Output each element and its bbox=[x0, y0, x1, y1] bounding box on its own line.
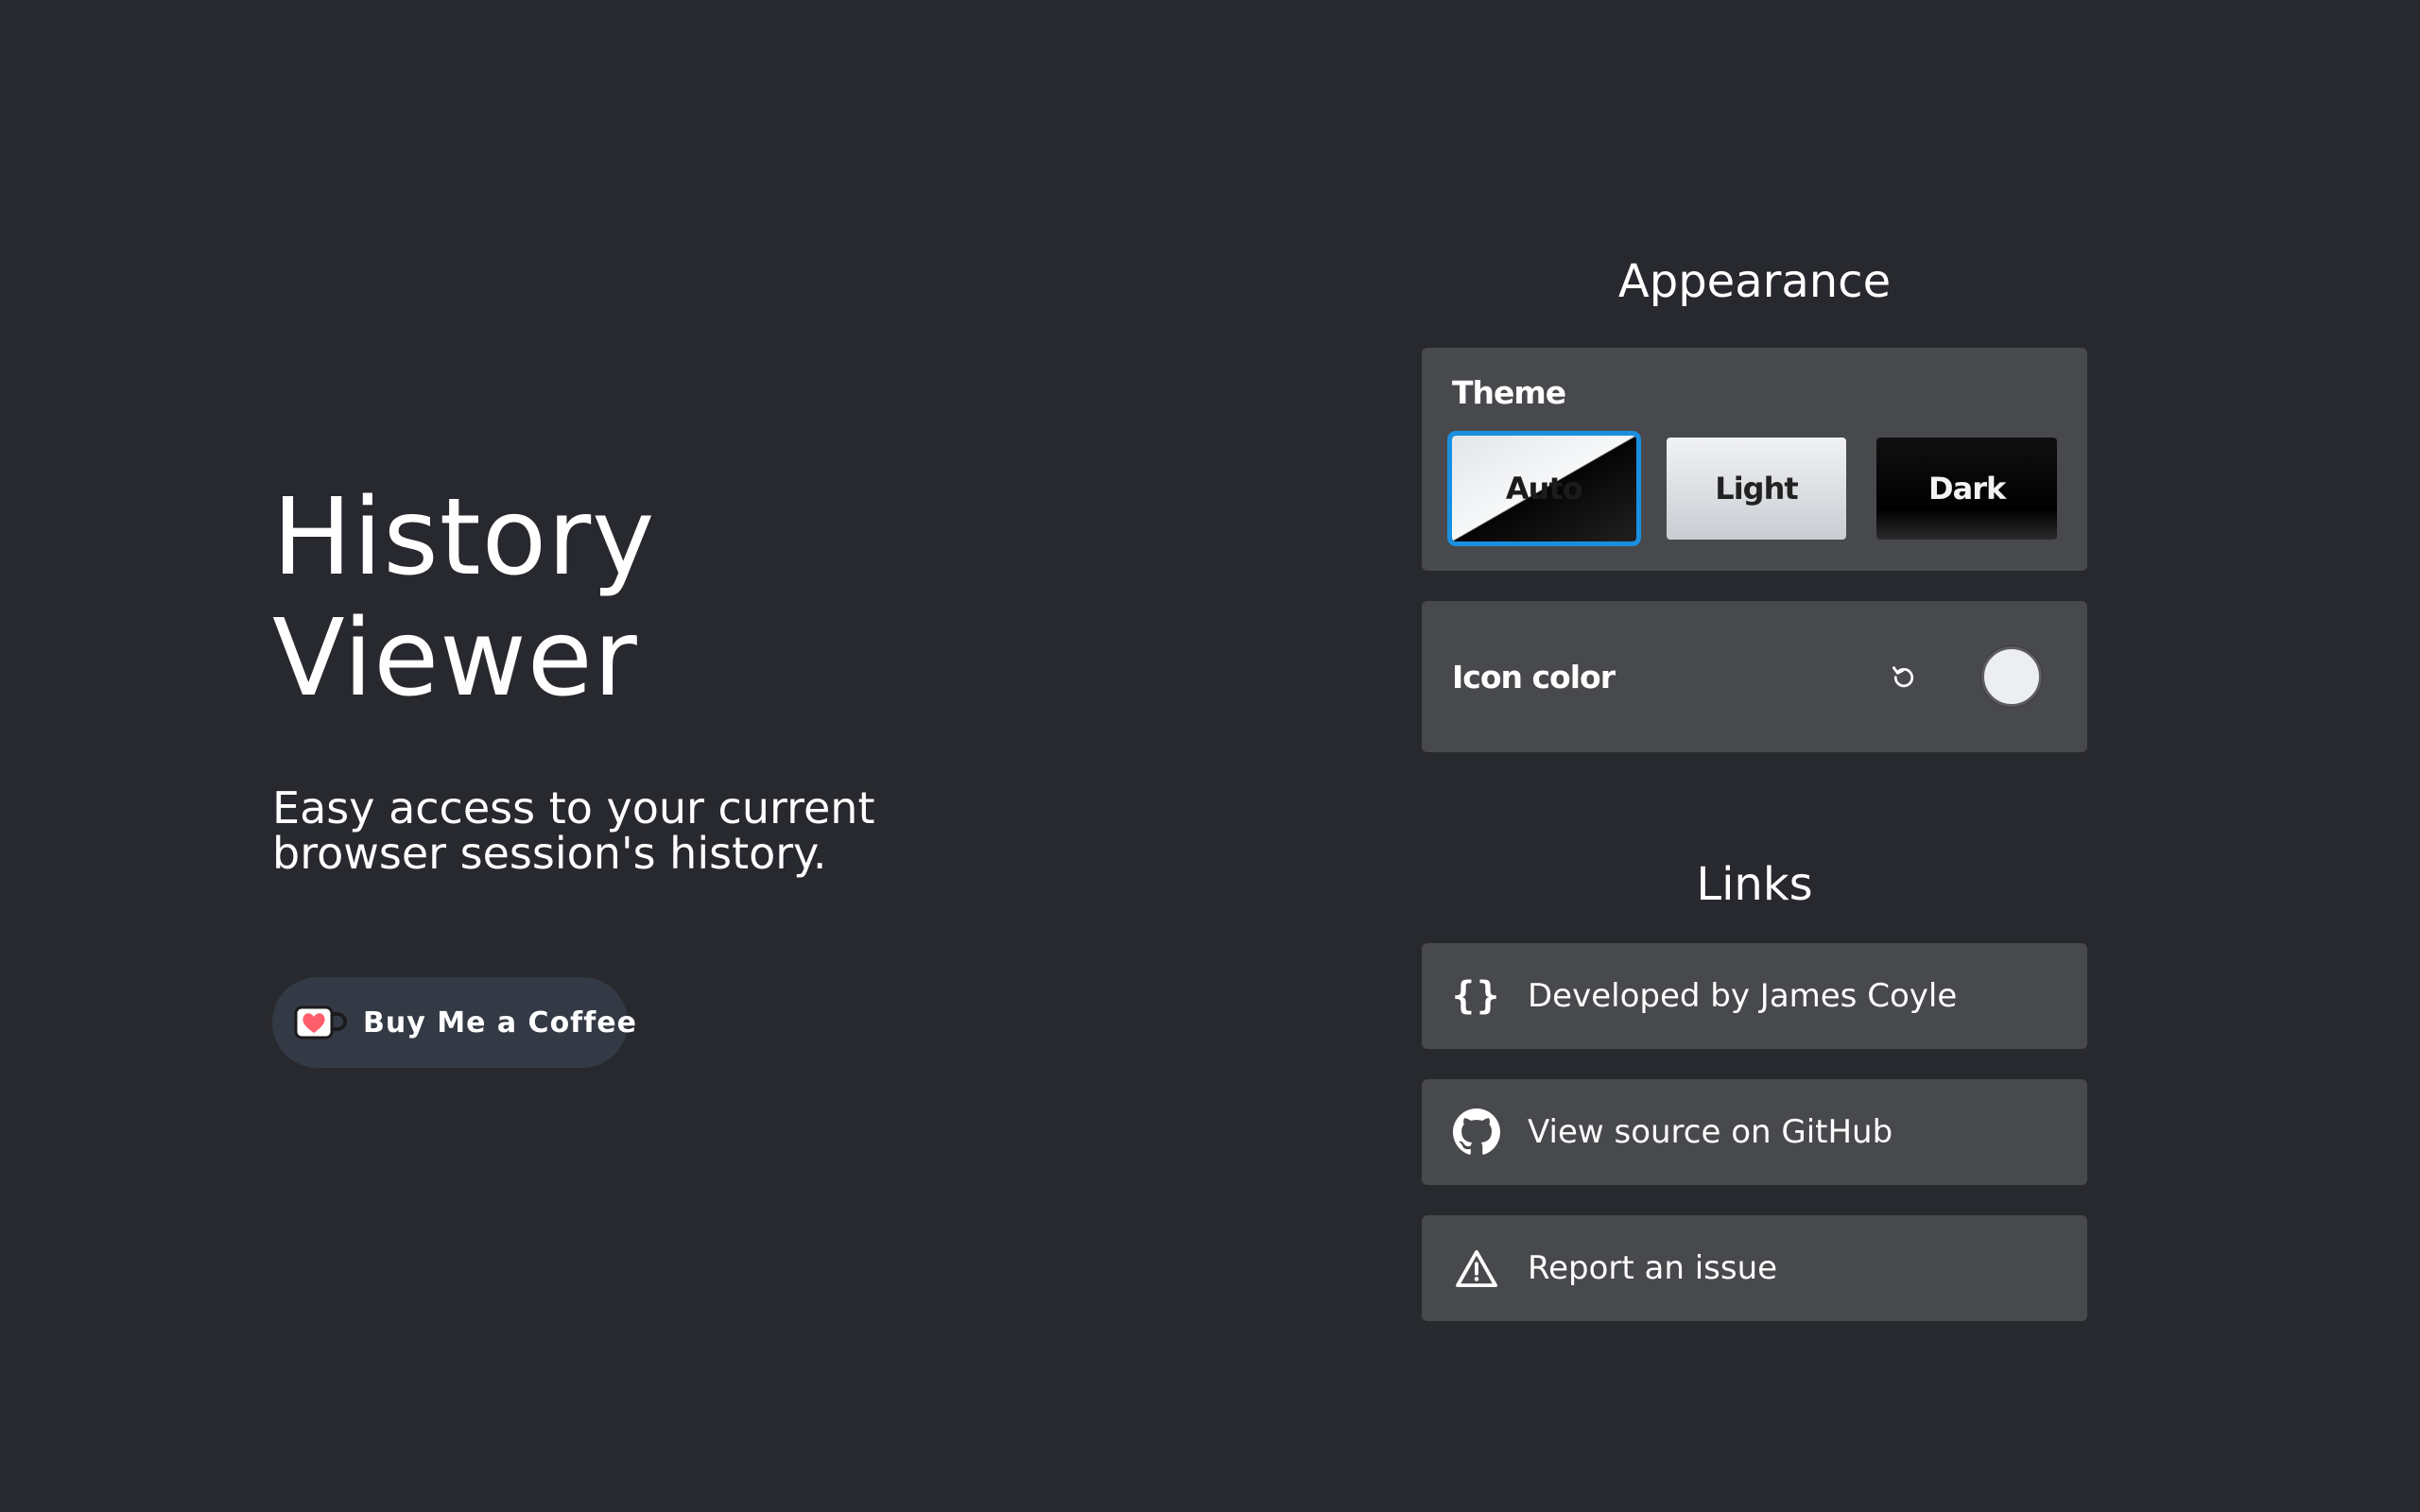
code-braces-icon: {} bbox=[1451, 974, 1502, 1018]
links-heading: Links bbox=[1696, 858, 1813, 911]
link-label: Developed by James Coyle bbox=[1528, 977, 1958, 1015]
reset-icon[interactable] bbox=[1885, 658, 1923, 696]
github-icon bbox=[1452, 1108, 1501, 1157]
coffee-cup-icon bbox=[293, 1004, 350, 1041]
settings-panel: Appearance Theme Auto Light Dark Icon co… bbox=[1422, 255, 2087, 1351]
theme-options: Auto Light Dark bbox=[1447, 431, 2057, 546]
theme-dark-button[interactable]: Dark bbox=[1876, 438, 2057, 540]
link-report-issue[interactable]: Report an issue bbox=[1422, 1215, 2087, 1321]
page-title-line-2: Viewer bbox=[272, 597, 638, 720]
link-developed-by[interactable]: {} Developed by James Coyle bbox=[1422, 943, 2087, 1049]
link-label: View source on GitHub bbox=[1528, 1113, 1893, 1151]
page-title-line-1: History bbox=[272, 476, 656, 599]
links-list: {} Developed by James Coyle View source … bbox=[1422, 943, 2087, 1321]
theme-label: Theme bbox=[1452, 374, 1566, 411]
link-github-source[interactable]: View source on GitHub bbox=[1422, 1079, 2087, 1185]
theme-card: Theme Auto Light Dark bbox=[1422, 348, 2087, 571]
icon-color-card: Icon color bbox=[1422, 601, 2087, 752]
icon-color-picker[interactable] bbox=[1981, 646, 2042, 707]
buy-me-a-coffee-button[interactable]: Buy Me a Coffee bbox=[272, 977, 636, 1068]
link-label: Report an issue bbox=[1528, 1249, 1778, 1287]
theme-light-button[interactable]: Light bbox=[1666, 438, 1847, 540]
theme-auto-button[interactable]: Auto bbox=[1447, 431, 1641, 546]
page-title: History Viewer bbox=[272, 477, 1123, 719]
page-subtitle: Easy access to your current browser sess… bbox=[272, 782, 875, 879]
hero: History Viewer Easy access to your curre… bbox=[272, 477, 1123, 876]
warning-icon bbox=[1452, 1244, 1501, 1293]
appearance-heading: Appearance bbox=[1617, 255, 1892, 308]
buy-me-a-coffee-label: Buy Me a Coffee bbox=[363, 1005, 637, 1040]
icon-color-label: Icon color bbox=[1452, 658, 1616, 696]
